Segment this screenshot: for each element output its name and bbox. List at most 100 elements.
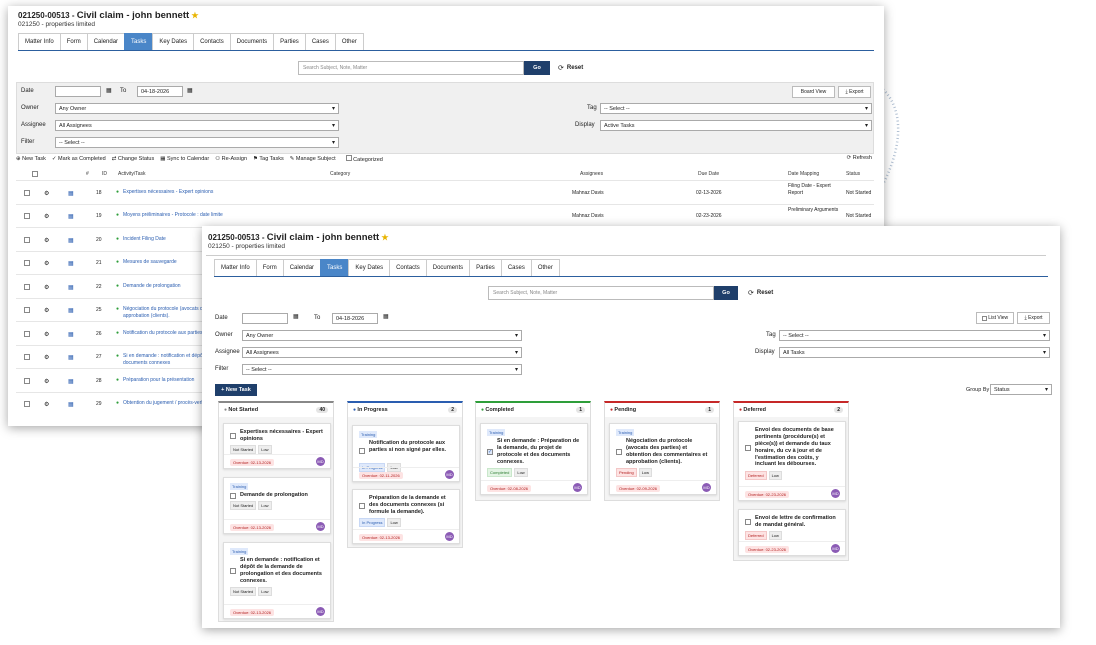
- avatar[interactable]: MD: [445, 470, 454, 479]
- reassign-button[interactable]: ⚇ Re-Assign: [215, 156, 247, 162]
- column-header[interactable]: Due Date: [698, 171, 719, 177]
- gear-icon[interactable]: ⚙: [44, 237, 49, 244]
- manage-subject-button[interactable]: ✎ Manage Subject: [290, 156, 336, 162]
- row-checkbox[interactable]: [24, 236, 30, 243]
- task-card[interactable]: Training Si en demande : Préparation de l…: [480, 423, 588, 495]
- task-card[interactable]: Training Notification du protocole aux pa…: [352, 425, 460, 482]
- display-select[interactable]: Active Tasks: [600, 120, 872, 131]
- calendar-icon[interactable]: ▦: [68, 260, 74, 267]
- card-checkbox[interactable]: [230, 433, 236, 439]
- display-select[interactable]: All Tasks: [779, 347, 1050, 358]
- row-checkbox[interactable]: [24, 189, 30, 196]
- calendar-icon[interactable]: ▦: [68, 401, 74, 408]
- tag-tasks-button[interactable]: ⚑ Tag Tasks: [253, 156, 284, 162]
- task-card[interactable]: Expertises nécessaires - Expert opinions…: [223, 423, 331, 469]
- avatar[interactable]: MD: [445, 532, 454, 541]
- gear-icon[interactable]: ⚙: [44, 190, 49, 197]
- gear-icon[interactable]: ⚙: [44, 284, 49, 291]
- group-by-select[interactable]: Status: [990, 384, 1052, 395]
- row-checkbox[interactable]: [24, 401, 30, 408]
- row-checkbox[interactable]: [24, 330, 30, 337]
- avatar[interactable]: MD: [316, 607, 325, 616]
- tab-calendar[interactable]: Calendar: [282, 259, 322, 276]
- tab-tasks[interactable]: Tasks: [124, 33, 154, 50]
- owner-select[interactable]: Any Owner: [55, 103, 339, 114]
- tab-key-dates[interactable]: Key Dates: [348, 259, 391, 276]
- tab-documents[interactable]: Documents: [229, 33, 275, 50]
- search-input[interactable]: Search Subject, Note, Matter: [488, 286, 714, 300]
- tab-parties[interactable]: Parties: [469, 259, 502, 276]
- table-row[interactable]: ⚙ ▦ 18 ● Expertises nécessaires - Expert opi…: [16, 180, 874, 204]
- row-checkbox[interactable]: [24, 377, 30, 384]
- avatar[interactable]: MD: [316, 522, 325, 531]
- date-to-input[interactable]: 04-18-2026: [332, 313, 378, 324]
- new-task-button[interactable]: ⊕ New Task: [16, 156, 46, 162]
- gear-icon[interactable]: ⚙: [44, 213, 49, 220]
- task-card[interactable]: Training Négociation du protocole (avocat…: [609, 423, 717, 495]
- go-button[interactable]: Go: [714, 286, 738, 300]
- export-button[interactable]: ⤓ Export: [1017, 312, 1050, 324]
- tab-matter-info[interactable]: Matter Info: [214, 259, 257, 276]
- tag-select[interactable]: -- Select --: [779, 330, 1050, 341]
- avatar[interactable]: MD: [316, 457, 325, 466]
- column-header[interactable]: Status: [846, 171, 860, 177]
- new-task-button[interactable]: + New Task: [215, 384, 257, 396]
- task-card[interactable]: Training Si en demande : notification et …: [223, 542, 331, 619]
- card-checkbox[interactable]: [745, 519, 751, 525]
- export-button[interactable]: ⤓ Export: [838, 86, 871, 98]
- calendar-icon[interactable]: ▦: [68, 378, 74, 385]
- star-icon[interactable]: ★: [191, 11, 198, 20]
- card-checkbox[interactable]: [616, 449, 622, 455]
- filter-select[interactable]: -- Select --: [55, 137, 339, 148]
- column-header[interactable]: Date Mapping: [788, 171, 819, 177]
- calendar-icon[interactable]: ▦: [68, 331, 74, 338]
- card-checkbox[interactable]: ✓: [487, 449, 493, 455]
- avatar[interactable]: MD: [831, 544, 840, 553]
- card-checkbox[interactable]: [359, 502, 365, 509]
- mark-completed-button[interactable]: ✓ Mark as Completed: [52, 156, 106, 162]
- gear-icon[interactable]: ⚙: [44, 260, 49, 267]
- board-view-button[interactable]: Board View: [792, 86, 835, 98]
- tab-other[interactable]: Other: [334, 33, 364, 50]
- task-card[interactable]: Préparation de la demande et des documen…: [352, 489, 460, 544]
- gear-icon[interactable]: ⚙: [44, 401, 49, 408]
- star-icon[interactable]: ★: [381, 233, 388, 242]
- column-header[interactable]: Assignees: [580, 171, 603, 177]
- calendar-icon[interactable]: ▦: [106, 87, 112, 94]
- avatar[interactable]: MD: [573, 483, 582, 492]
- go-button[interactable]: Go: [524, 61, 550, 75]
- categorized-toggle[interactable]: Categorized: [345, 155, 383, 163]
- gear-icon[interactable]: ⚙: [44, 378, 49, 385]
- calendar-icon[interactable]: ▦: [187, 87, 193, 94]
- tab-documents[interactable]: Documents: [425, 259, 471, 276]
- gear-icon[interactable]: ⚙: [44, 331, 49, 338]
- avatar[interactable]: MD: [702, 483, 711, 492]
- task-card[interactable]: Envoi des documents de base pertinents (…: [738, 421, 846, 501]
- assignee-select[interactable]: All Assignees: [55, 120, 339, 131]
- list-view-button[interactable]: List View: [976, 312, 1014, 324]
- date-to-input[interactable]: 04-18-2026: [137, 86, 183, 97]
- assignee-select[interactable]: All Assignees: [242, 347, 522, 358]
- gear-icon[interactable]: ⚙: [44, 354, 49, 361]
- tag-select[interactable]: -- Select --: [600, 103, 872, 114]
- reset-button[interactable]: Reset: [757, 290, 773, 296]
- card-checkbox[interactable]: [230, 568, 236, 574]
- calendar-icon[interactable]: ▦: [68, 237, 74, 244]
- tab-tasks[interactable]: Tasks: [320, 259, 350, 276]
- tab-form[interactable]: Form: [255, 259, 284, 276]
- calendar-icon[interactable]: ▦: [68, 190, 74, 197]
- refresh-button[interactable]: ⟳ Refresh: [847, 155, 872, 161]
- search-input[interactable]: Search Subject, Note, Matter: [298, 61, 524, 75]
- owner-select[interactable]: Any Owner: [242, 330, 522, 341]
- calendar-icon[interactable]: ▦: [293, 313, 299, 320]
- filter-select[interactable]: -- Select --: [242, 364, 522, 375]
- row-checkbox[interactable]: [24, 260, 30, 267]
- tab-key-dates[interactable]: Key Dates: [152, 33, 195, 50]
- column-header[interactable]: Activity/Task: [118, 171, 146, 177]
- row-checkbox[interactable]: [24, 213, 30, 220]
- task-card[interactable]: Envoi de lettre de confirmation de manda…: [738, 509, 846, 556]
- table-row[interactable]: ⚙ ▦ 19 ● Moyens préliminaires - Protocole : …: [16, 203, 874, 228]
- tab-other[interactable]: Other: [530, 259, 560, 276]
- row-checkbox[interactable]: [24, 283, 30, 290]
- date-from-input[interactable]: [242, 313, 288, 324]
